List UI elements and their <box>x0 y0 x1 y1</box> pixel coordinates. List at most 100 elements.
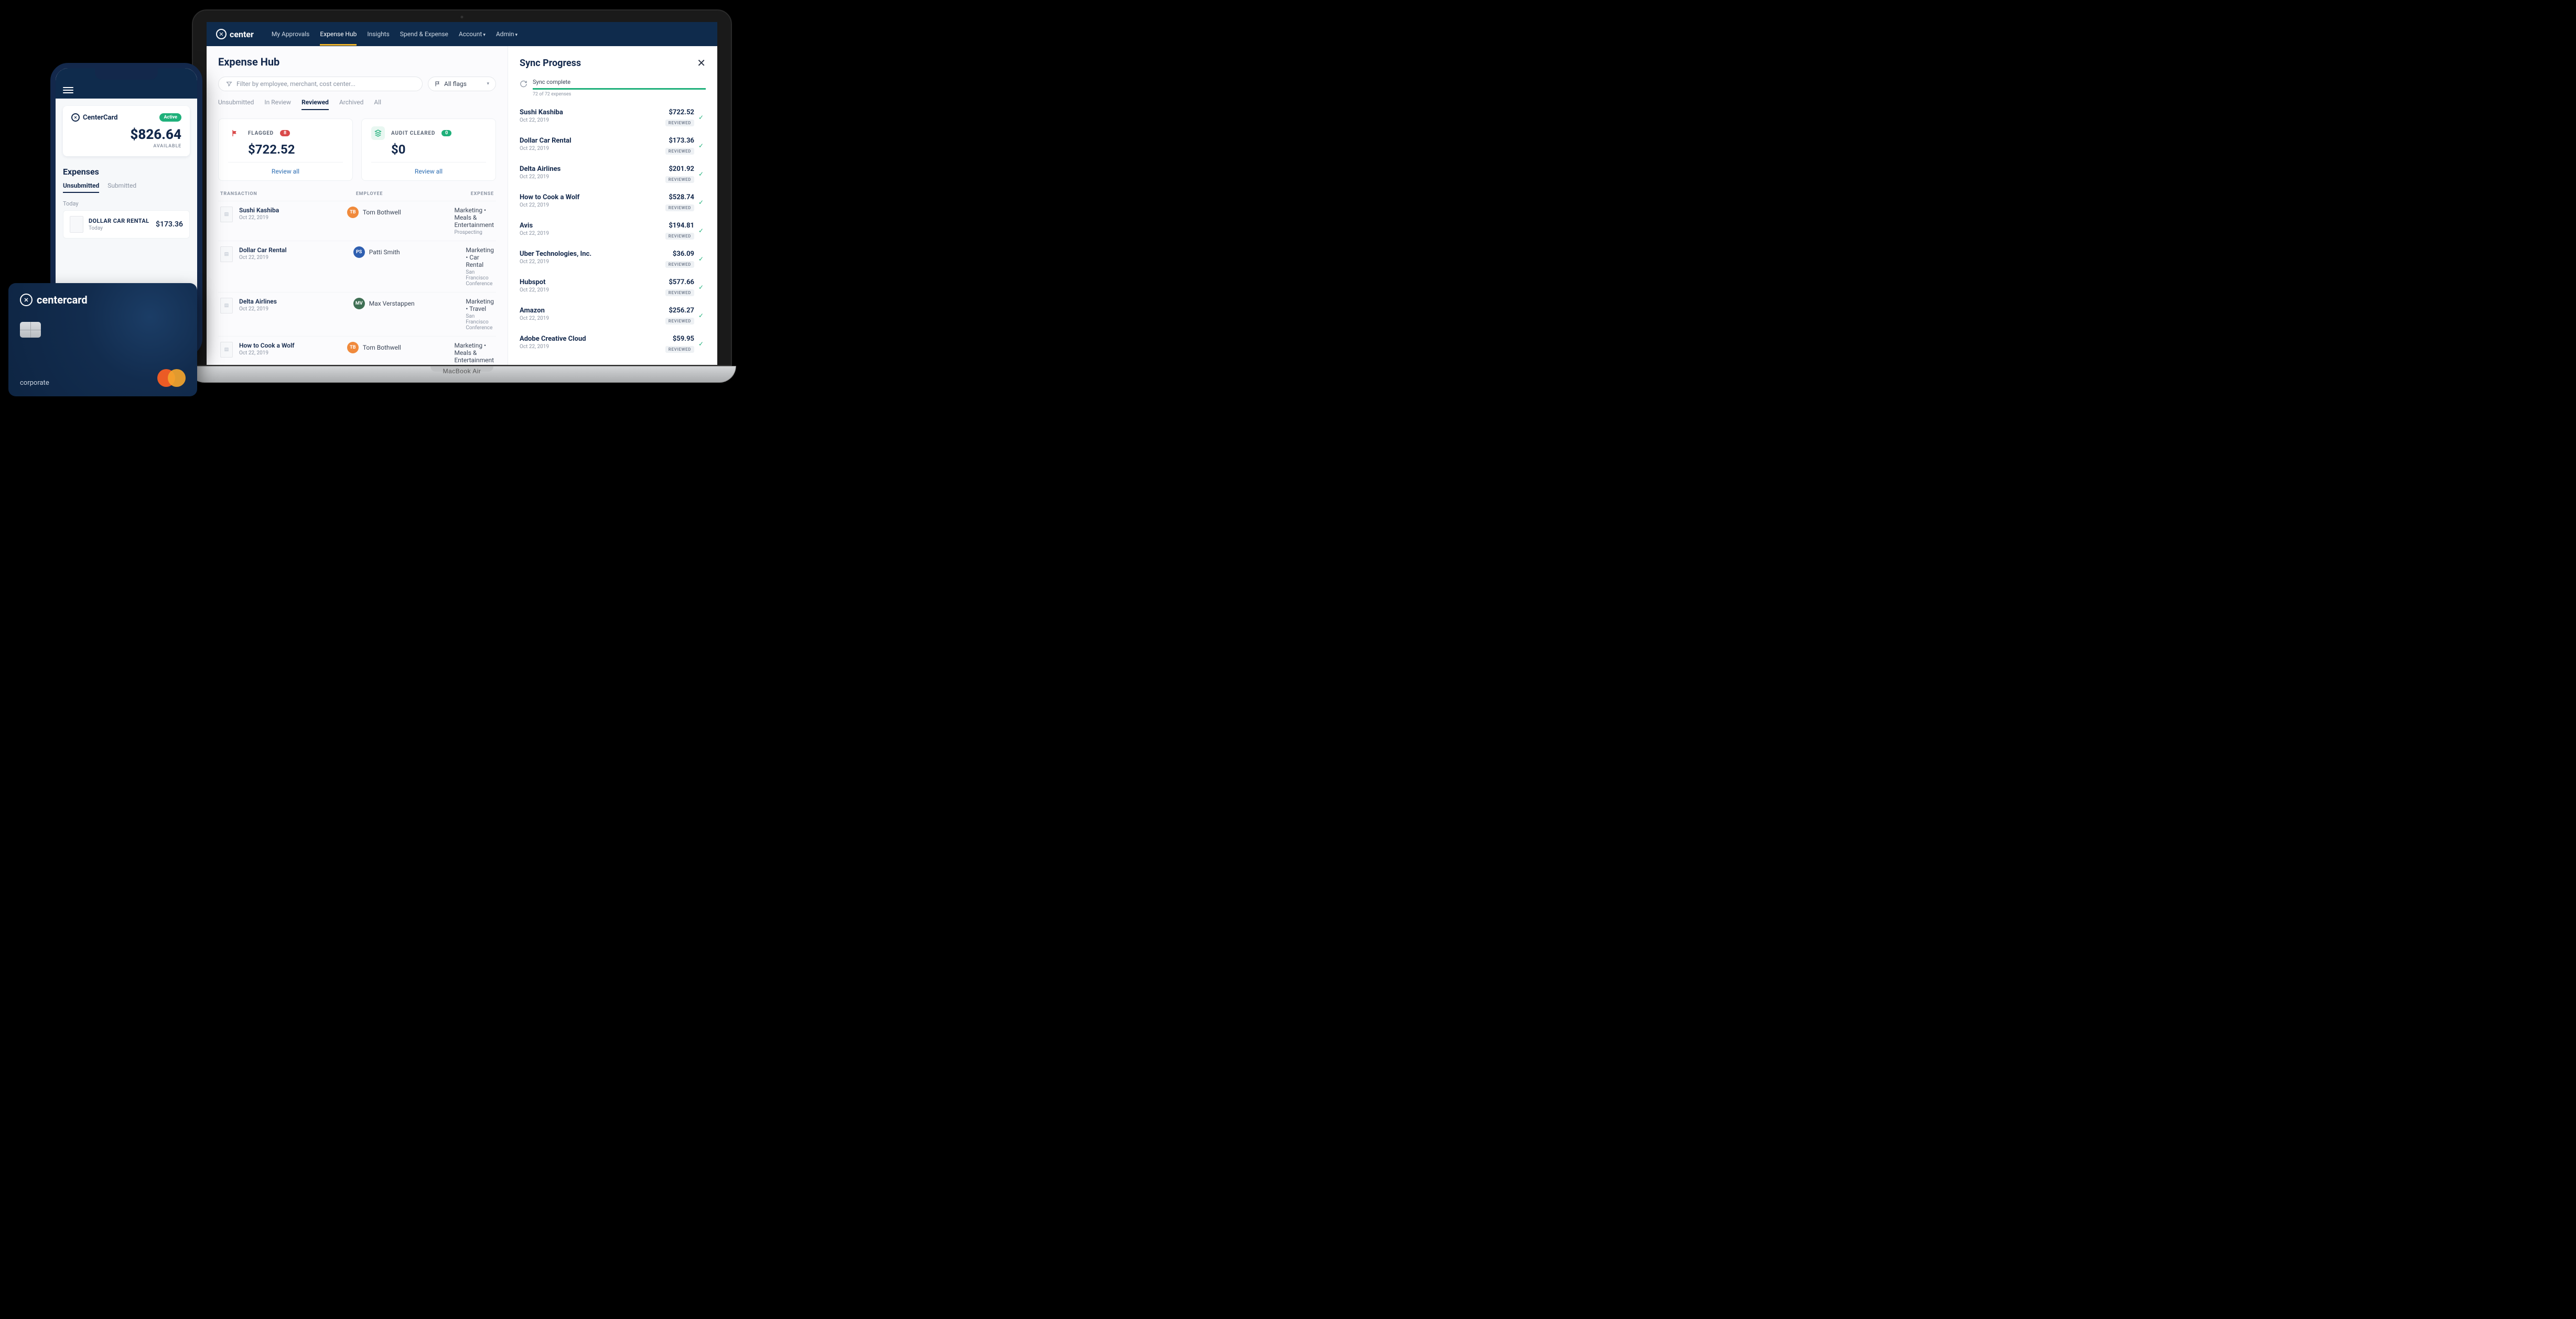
stat-card-flag: FLAGGED8$722.52Review all <box>218 118 353 181</box>
count-badge: 0 <box>441 130 451 136</box>
check-icon: ✓ <box>694 278 706 291</box>
status-badge: REVIEWED <box>665 233 694 240</box>
sync-merchant: How to Cook a Wolf <box>520 193 665 201</box>
tab-reviewed[interactable]: Reviewed <box>301 99 329 110</box>
nav-spend-expense[interactable]: Spend & Expense <box>400 23 448 45</box>
sync-item[interactable]: HubspotOct 22, 2019$577.66REVIEWED✓ <box>520 273 706 301</box>
card-brand-icon <box>71 113 80 122</box>
status-badge: Active <box>159 113 181 122</box>
stat-cards: FLAGGED8$722.52Review allAUDIT CLEARED0$… <box>218 118 496 181</box>
table-row[interactable]: ▤Dollar Car RentalOct 22, 2019PSPatti Sm… <box>218 241 496 292</box>
card-type: corporate <box>20 379 49 387</box>
nav-account[interactable]: Account▾ <box>459 23 486 45</box>
balance-card-header: CenterCard Active <box>71 113 181 122</box>
main-panel: Expense Hub Filter by employee, merchant… <box>207 46 508 365</box>
search-input[interactable]: Filter by employee, merchant, cost cente… <box>218 77 423 91</box>
laptop-bezel: center My Approvals Expense Hub Insights Sp… <box>192 9 732 366</box>
stat-label: FLAGGED <box>248 131 274 136</box>
tab-unsubmitted[interactable]: Unsubmitted <box>218 99 254 110</box>
laptop-base: MacBook Air <box>188 366 736 383</box>
nav-my-approvals[interactable]: My Approvals <box>272 23 310 45</box>
status-badge: REVIEWED <box>665 120 694 126</box>
filter-icon <box>226 81 232 87</box>
expense-when: Today <box>89 225 149 231</box>
table-row[interactable]: ▤Sushi KashibaOct 22, 2019TBTom Bothwell… <box>218 201 496 241</box>
sync-header: Sync Progress ✕ <box>520 57 706 69</box>
sync-date: Oct 22, 2019 <box>520 202 665 208</box>
chip-icon <box>20 322 41 338</box>
sync-merchant: Delta Airlines <box>520 165 665 173</box>
employee-name: Tom Bothwell <box>363 209 401 216</box>
sync-progress-bar <box>533 88 706 90</box>
sync-item[interactable]: How to Cook a WolfOct 22, 2019$528.74REV… <box>520 188 706 217</box>
stat-card-audit: AUDIT CLEARED0$0Review all <box>361 118 496 181</box>
sync-merchant: Sushi Kashiba <box>520 109 665 116</box>
avatar: TB <box>347 342 359 353</box>
table-row[interactable]: ▤How to Cook a WolfOct 22, 2019TBTom Bot… <box>218 336 496 365</box>
expense-row[interactable]: DOLLAR CAR RENTAL Today $173.36 <box>63 210 190 239</box>
employee-name: Max Verstappen <box>369 300 415 307</box>
nav-admin[interactable]: Admin▾ <box>496 23 518 45</box>
sync-date: Oct 22, 2019 <box>520 117 665 123</box>
brand-icon <box>216 29 227 39</box>
receipt-thumb-icon: ▤ <box>220 246 233 262</box>
check-icon: ✓ <box>694 222 706 234</box>
sync-merchant: Hubspot <box>520 278 665 286</box>
sync-item[interactable]: AmazonOct 22, 2019$256.27REVIEWED✓ <box>520 301 706 330</box>
review-all-link[interactable]: Review all <box>228 162 343 175</box>
sync-item[interactable]: Sushi KashibaOct 22, 2019$722.52 REVIEWED… <box>520 103 706 132</box>
sync-item[interactable]: Uber Technologies, Inc.Oct 22, 2019$36.0… <box>520 245 706 273</box>
expense-amount: $173.36 <box>156 220 183 229</box>
count-badge: 8 <box>280 130 290 136</box>
sync-date: Oct 22, 2019 <box>520 316 665 321</box>
card-logo: centercard <box>20 294 186 306</box>
card-logo-icon <box>20 294 33 306</box>
check-icon: ✓ <box>694 165 706 178</box>
expense-category: Marketing • Meals & Entertainment <box>454 207 494 229</box>
sync-count: 72 of 72 expenses <box>533 92 706 97</box>
sync-amount: $173.36 <box>665 137 694 145</box>
desktop-app: center My Approvals Expense Hub Insights Sp… <box>207 22 717 365</box>
sync-status-text: Sync complete <box>533 79 706 85</box>
balance-amount: $826.64 <box>71 127 181 143</box>
brand-text: center <box>230 29 254 39</box>
brand-logo[interactable]: center <box>216 29 254 39</box>
nav-expense-hub[interactable]: Expense Hub <box>320 23 357 45</box>
sync-item[interactable]: Dollar Car RentalOct 22, 2019$173.36 REVI… <box>520 132 706 160</box>
search-placeholder: Filter by employee, merchant, cost cente… <box>236 80 355 88</box>
phone-tab-submitted[interactable]: Submitted <box>107 182 136 193</box>
status-badge: REVIEWED <box>665 148 694 155</box>
sync-status-row: Sync complete 72 of 72 expenses <box>520 79 706 97</box>
laptop-mockup: center My Approvals Expense Hub Insights Sp… <box>188 9 736 387</box>
merchant-name: Delta Airlines <box>239 298 277 305</box>
table-row[interactable]: ▤Delta AirlinesOct 22, 2019MVMax Verstap… <box>218 292 496 336</box>
review-all-link[interactable]: Review all <box>371 162 486 175</box>
flags-dropdown[interactable]: All flags ▾ <box>428 77 496 91</box>
sync-merchant: Dollar Car Rental <box>520 137 665 145</box>
stat-value: $0 <box>391 142 486 157</box>
tab-all[interactable]: All <box>374 99 381 110</box>
nav-insights[interactable]: Insights <box>367 23 389 45</box>
sync-item[interactable]: Delta AirlinesOct 22, 2019$201.92REVIEWE… <box>520 160 706 188</box>
balance-card[interactable]: CenterCard Active $826.64 AVAILABLE <box>63 106 190 156</box>
tab-in-review[interactable]: In Review <box>264 99 291 110</box>
sync-item[interactable]: Adobe Creative CloudOct 22, 2019$59.95RE… <box>520 330 706 358</box>
check-icon: ✓ <box>694 307 706 319</box>
close-icon[interactable]: ✕ <box>697 57 706 69</box>
sync-item[interactable]: AvisOct 22, 2019$194.81REVIEWED✓ <box>520 217 706 245</box>
transaction-date: Oct 22, 2019 <box>239 215 279 221</box>
expense-category: Marketing • Meals & Entertainment <box>454 342 494 364</box>
status-tabs: Unsubmitted In Review Reviewed Archived All <box>218 99 496 110</box>
transaction-date: Oct 22, 2019 <box>239 255 287 261</box>
employee-name: Tom Bothwell <box>363 344 401 351</box>
chevron-down-icon: ▾ <box>515 33 518 38</box>
flag-icon <box>435 81 441 87</box>
menu-icon[interactable] <box>63 87 73 93</box>
sync-amount: $201.92 <box>665 165 694 173</box>
sync-amount: $722.52 <box>665 109 694 116</box>
status-badge: REVIEWED <box>665 346 694 353</box>
transaction-date: Oct 22, 2019 <box>239 350 295 356</box>
tab-archived[interactable]: Archived <box>339 99 363 110</box>
phone-tab-unsubmitted[interactable]: Unsubmitted <box>63 182 99 193</box>
sync-date: Oct 22, 2019 <box>520 146 665 152</box>
